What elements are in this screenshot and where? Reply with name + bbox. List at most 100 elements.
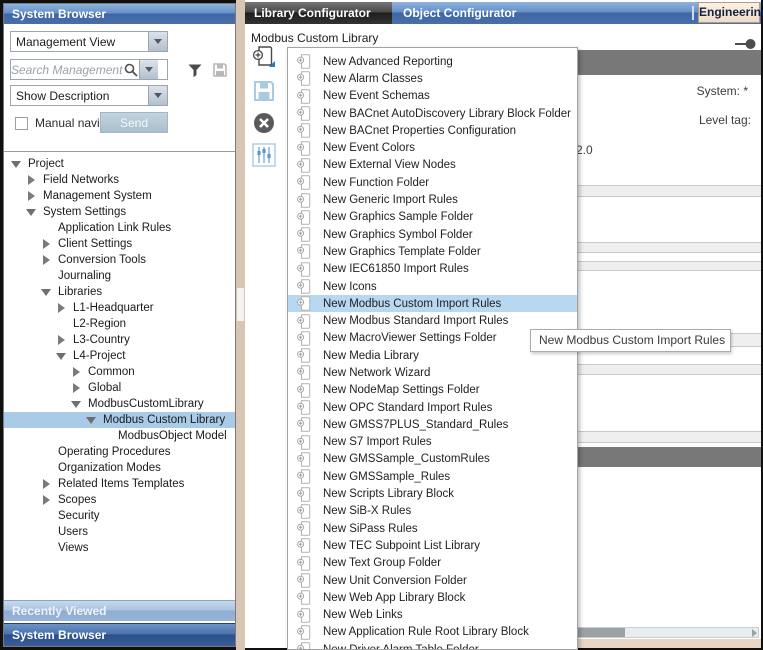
tree-item[interactable]: Related Items Templates bbox=[4, 476, 235, 492]
menu-item[interactable]: New GMSS7PLUS_Standard_Rules bbox=[288, 416, 577, 433]
scrollbar-thumb[interactable] bbox=[577, 628, 625, 637]
menu-item[interactable]: New Advanced Reporting bbox=[288, 53, 577, 70]
expander-icon[interactable] bbox=[41, 255, 52, 265]
vertical-scrollbar[interactable] bbox=[236, 0, 245, 650]
menu-item[interactable]: New Graphics Template Folder bbox=[288, 243, 577, 260]
menu-item[interactable]: New BACnet AutoDiscovery Library Block F… bbox=[288, 105, 577, 122]
search-input[interactable] bbox=[11, 63, 123, 77]
menu-item[interactable]: New Unit Conversion Folder bbox=[288, 572, 577, 589]
tree-item[interactable]: System Settings bbox=[4, 204, 235, 220]
expander-icon[interactable] bbox=[41, 543, 52, 553]
tab-engineering[interactable]: Engineering bbox=[698, 2, 760, 23]
menu-item[interactable]: New GMSSample_Rules bbox=[288, 468, 577, 485]
menu-item[interactable]: New Scripts Library Block bbox=[288, 485, 577, 502]
menu-item[interactable]: New S7 Import Rules bbox=[288, 434, 577, 451]
expander-icon[interactable] bbox=[86, 415, 97, 425]
expander-icon[interactable] bbox=[41, 239, 52, 249]
menu-item[interactable]: New SiB-X Rules bbox=[288, 503, 577, 520]
menu-item[interactable]: New GMSSample_CustomRules bbox=[288, 451, 577, 468]
tree-item[interactable]: Project bbox=[4, 156, 235, 172]
menu-item[interactable]: New Graphics Sample Folder bbox=[288, 209, 577, 226]
expander-icon[interactable] bbox=[41, 223, 52, 233]
expander-icon[interactable] bbox=[41, 271, 52, 281]
tree-item[interactable]: L2-Region bbox=[4, 316, 235, 332]
menu-item[interactable]: New SiPass Rules bbox=[288, 520, 577, 537]
chevron-down-icon[interactable] bbox=[148, 32, 167, 51]
tree-item[interactable]: Users bbox=[4, 524, 235, 540]
tree-item[interactable]: ModbusCustomLibrary bbox=[4, 396, 235, 412]
tree-item[interactable]: Libraries bbox=[4, 284, 235, 300]
tree-item[interactable]: Security bbox=[4, 508, 235, 524]
chevron-down-icon[interactable] bbox=[139, 60, 158, 79]
menu-item[interactable]: New NodeMap Settings Folder bbox=[288, 382, 577, 399]
tree-item[interactable]: Management System bbox=[4, 188, 235, 204]
menu-item[interactable]: New Network Wizard bbox=[288, 364, 577, 381]
search-box[interactable] bbox=[10, 59, 168, 80]
menu-item[interactable]: New OPC Standard Import Rules bbox=[288, 399, 577, 416]
menu-item[interactable]: New Alarm Classes bbox=[288, 70, 577, 87]
tree-item[interactable]: Conversion Tools bbox=[4, 252, 235, 268]
system-browser-bar[interactable]: System Browser bbox=[4, 623, 235, 646]
menu-item[interactable]: New IEC61850 Import Rules bbox=[288, 261, 577, 278]
menu-item[interactable]: New Text Group Folder bbox=[288, 555, 577, 572]
expander-icon[interactable] bbox=[41, 511, 52, 521]
expander-icon[interactable] bbox=[11, 159, 22, 169]
filter-icon[interactable] bbox=[187, 62, 203, 78]
sliders-icon[interactable] bbox=[252, 143, 276, 167]
menu-item[interactable]: New Graphics Symbol Folder bbox=[288, 226, 577, 243]
view-selector-dropdown[interactable]: Management View bbox=[10, 31, 168, 52]
manual-navigation-checkbox[interactable] bbox=[15, 117, 28, 130]
tree-item[interactable]: Journaling bbox=[4, 268, 235, 284]
tree-item[interactable]: Application Link Rules bbox=[4, 220, 235, 236]
send-button[interactable]: Send bbox=[100, 112, 168, 133]
cancel-icon[interactable] bbox=[252, 111, 276, 135]
expander-icon[interactable] bbox=[56, 303, 67, 313]
menu-item[interactable]: New Modbus Standard Import Rules bbox=[288, 312, 577, 329]
expander-icon[interactable] bbox=[26, 175, 37, 185]
expander-icon[interactable] bbox=[56, 351, 67, 361]
expander-icon[interactable] bbox=[41, 479, 52, 489]
tree-item[interactable]: Global bbox=[4, 380, 235, 396]
new-document-icon[interactable] bbox=[252, 45, 276, 69]
tab-library-configurator[interactable]: Library Configurator bbox=[245, 2, 392, 24]
expander-icon[interactable] bbox=[41, 447, 52, 457]
tree-item[interactable]: Scopes bbox=[4, 492, 235, 508]
menu-item[interactable]: New External View Nodes bbox=[288, 157, 577, 174]
expander-icon[interactable] bbox=[101, 431, 112, 441]
tree-item[interactable]: Common bbox=[4, 364, 235, 380]
menu-item[interactable]: New Function Folder bbox=[288, 174, 577, 191]
expander-icon[interactable] bbox=[56, 319, 67, 329]
tree-item[interactable]: Operating Procedures bbox=[4, 444, 235, 460]
expander-icon[interactable] bbox=[41, 287, 52, 297]
menu-item[interactable]: New Event Colors bbox=[288, 139, 577, 156]
expander-icon[interactable] bbox=[26, 191, 37, 201]
tree-item[interactable]: Client Settings bbox=[4, 236, 235, 252]
tree-item[interactable]: ModbusObject Model bbox=[4, 428, 235, 444]
recently-viewed-bar[interactable]: Recently Viewed bbox=[4, 600, 235, 621]
menu-item[interactable]: New Web App Library Block bbox=[288, 589, 577, 606]
expander-icon[interactable] bbox=[41, 527, 52, 537]
description-mode-dropdown[interactable]: Show Description bbox=[10, 85, 168, 106]
menu-item[interactable]: New Icons bbox=[288, 278, 577, 295]
expander-icon[interactable] bbox=[71, 383, 82, 393]
tree-item[interactable]: Field Networks bbox=[4, 172, 235, 188]
save-icon[interactable] bbox=[252, 79, 276, 103]
tree-item[interactable]: Views bbox=[4, 540, 235, 556]
expander-icon[interactable] bbox=[71, 399, 82, 409]
menu-item[interactable]: New TEC Subpoint List Library bbox=[288, 537, 577, 554]
expander-icon[interactable] bbox=[56, 335, 67, 345]
menu-item[interactable]: New Event Schemas bbox=[288, 88, 577, 105]
menu-item[interactable]: New Generic Import Rules bbox=[288, 191, 577, 208]
expander-icon[interactable] bbox=[41, 495, 52, 505]
tree-item[interactable]: L3-Country bbox=[4, 332, 235, 348]
save-icon[interactable] bbox=[212, 62, 228, 78]
menu-item[interactable]: New Modbus Custom Import Rules bbox=[288, 295, 577, 312]
menu-item[interactable]: New BACnet Properties Configuration bbox=[288, 122, 577, 139]
tree-item[interactable]: Organization Modes bbox=[4, 460, 235, 476]
expander-icon[interactable] bbox=[41, 463, 52, 473]
scrollbar-right-arrow-icon[interactable] bbox=[752, 629, 757, 637]
tree-item[interactable]: L1-Headquarter bbox=[4, 300, 235, 316]
menu-item[interactable]: New Driver Alarm Table Folder bbox=[288, 641, 577, 650]
tree-item[interactable]: L4-Project bbox=[4, 348, 235, 364]
horizontal-scrollbar[interactable] bbox=[560, 627, 759, 638]
